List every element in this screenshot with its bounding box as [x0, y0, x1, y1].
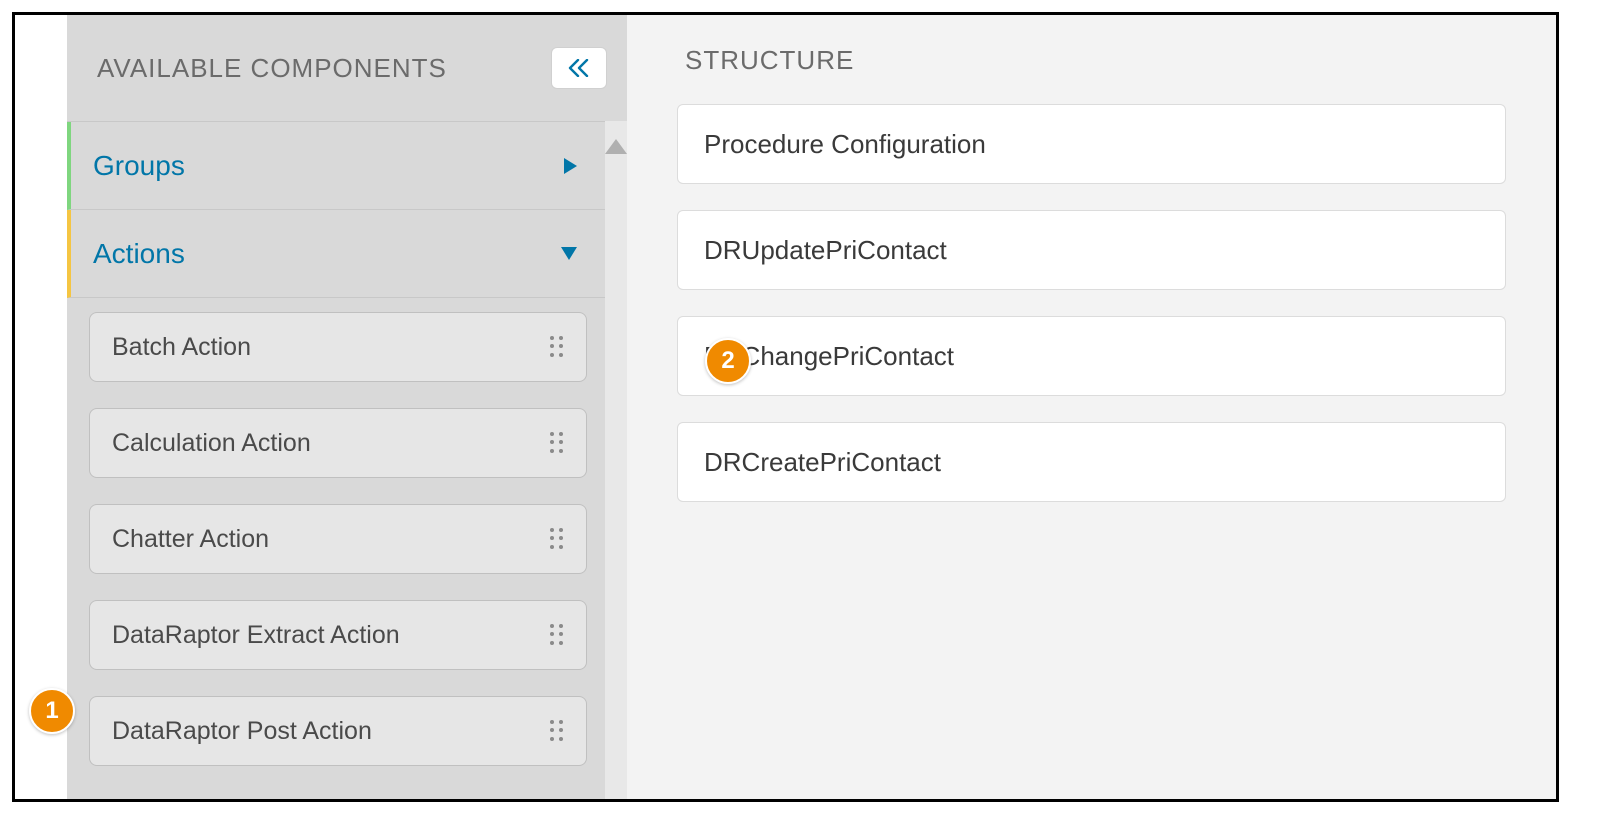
app-frame: AVAILABLE COMPONENTS Groups Actions: [12, 12, 1559, 802]
component-label: DataRaptor Extract Action: [112, 621, 400, 650]
component-batch-action[interactable]: Batch Action: [89, 312, 587, 382]
section-label-actions: Actions: [93, 238, 185, 270]
chevron-double-left-icon: [568, 59, 590, 77]
chevron-down-icon: [561, 247, 577, 260]
sidebar-scroll-area: Groups Actions Batch Action Calculation …: [67, 121, 627, 799]
structure-item-label: Procedure Configuration: [704, 129, 986, 160]
structure-item-procedure-configuration[interactable]: Procedure Configuration: [677, 104, 1506, 184]
structure-item-drcreatepricontact[interactable]: DRCreatePriContact: [677, 422, 1506, 502]
component-dataraptor-extract-action[interactable]: DataRaptor Extract Action: [89, 600, 587, 670]
scrollbar-track[interactable]: [605, 121, 627, 799]
structure-item-label: DRCreatePriContact: [704, 447, 941, 478]
component-label: Chatter Action: [112, 525, 269, 554]
component-label: Batch Action: [112, 333, 251, 362]
callout-badge-2: 2: [705, 338, 751, 384]
structure-item-label: DRUpdatePriContact: [704, 235, 947, 266]
component-chatter-action[interactable]: Chatter Action: [89, 504, 587, 574]
drag-handle-icon[interactable]: [550, 528, 564, 550]
structure-item-drupdatepricontact[interactable]: DRUpdatePriContact: [677, 210, 1506, 290]
left-gutter: [15, 15, 67, 799]
scrollbar-up-arrow[interactable]: [605, 139, 627, 154]
component-dataraptor-post-action[interactable]: DataRaptor Post Action: [89, 696, 587, 766]
component-list-actions: Batch Action Calculation Action Chatter …: [67, 298, 605, 799]
structure-panel: STRUCTURE Procedure Configuration DRUpda…: [627, 15, 1556, 799]
callout-badge-1: 1: [29, 688, 75, 734]
structure-title: STRUCTURE: [677, 45, 1506, 76]
collapse-sidebar-button[interactable]: [551, 47, 607, 89]
component-calculation-action[interactable]: Calculation Action: [89, 408, 587, 478]
section-label-groups: Groups: [93, 150, 185, 182]
structure-item-drchangepricontact[interactable]: DRChangePriContact: [677, 316, 1506, 396]
component-label: Calculation Action: [112, 429, 311, 458]
drag-handle-icon[interactable]: [550, 624, 564, 646]
component-label: DataRaptor Post Action: [112, 717, 372, 746]
section-header-actions[interactable]: Actions: [67, 210, 605, 298]
section-header-groups[interactable]: Groups: [67, 122, 605, 210]
sidebar-header: AVAILABLE COMPONENTS: [67, 15, 627, 121]
chevron-right-icon: [564, 158, 577, 174]
drag-handle-icon[interactable]: [550, 432, 564, 454]
drag-handle-icon[interactable]: [550, 720, 564, 742]
available-components-panel: AVAILABLE COMPONENTS Groups Actions: [67, 15, 627, 799]
structure-items: Procedure Configuration DRUpdatePriConta…: [677, 104, 1506, 502]
sidebar-title: AVAILABLE COMPONENTS: [97, 53, 447, 84]
sidebar-content: Groups Actions Batch Action Calculation …: [67, 121, 605, 799]
drag-handle-icon[interactable]: [550, 336, 564, 358]
